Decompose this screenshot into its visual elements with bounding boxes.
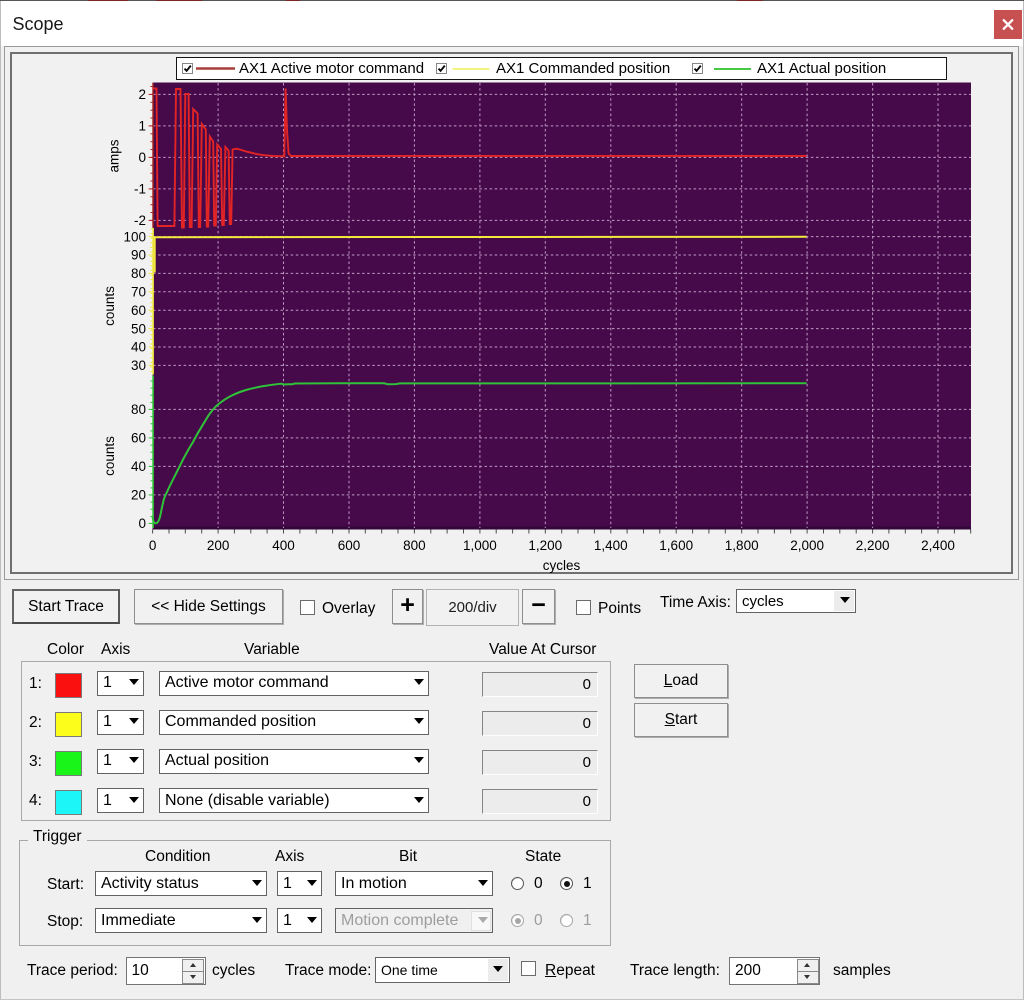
svg-text:2,400: 2,400 xyxy=(921,538,955,553)
svg-text:600: 600 xyxy=(338,538,361,553)
svg-text:800: 800 xyxy=(403,538,426,553)
svg-text:1,200: 1,200 xyxy=(528,538,562,553)
svg-text:0: 0 xyxy=(138,150,146,165)
svg-text:2,000: 2,000 xyxy=(790,538,824,553)
svg-text:20: 20 xyxy=(131,488,146,503)
svg-text:100: 100 xyxy=(123,229,146,244)
svg-text:2: 2 xyxy=(138,87,146,102)
svg-text:70: 70 xyxy=(131,285,146,300)
svg-text:1: 1 xyxy=(138,119,146,134)
svg-text:400: 400 xyxy=(272,538,295,553)
svg-text:1,000: 1,000 xyxy=(463,538,497,553)
svg-text:counts: counts xyxy=(102,436,117,476)
svg-text:0: 0 xyxy=(138,516,146,531)
svg-text:amps: amps xyxy=(107,139,122,172)
svg-text:60: 60 xyxy=(131,303,146,318)
svg-text:30: 30 xyxy=(131,358,146,373)
svg-text:1,600: 1,600 xyxy=(659,538,693,553)
svg-text:-1: -1 xyxy=(134,182,146,197)
svg-text:80: 80 xyxy=(131,402,146,417)
svg-text:200: 200 xyxy=(207,538,230,553)
svg-text:0: 0 xyxy=(149,538,157,553)
svg-text:1,400: 1,400 xyxy=(594,538,628,553)
svg-text:50: 50 xyxy=(131,321,146,336)
svg-text:cycles: cycles xyxy=(543,558,581,573)
svg-text:90: 90 xyxy=(131,248,146,263)
svg-text:40: 40 xyxy=(131,340,146,355)
svg-text:60: 60 xyxy=(131,431,146,446)
svg-text:-2: -2 xyxy=(134,213,146,228)
svg-text:counts: counts xyxy=(102,286,117,326)
svg-text:2,200: 2,200 xyxy=(856,538,890,553)
svg-text:40: 40 xyxy=(131,459,146,474)
svg-text:1,800: 1,800 xyxy=(725,538,759,553)
svg-text:80: 80 xyxy=(131,266,146,281)
